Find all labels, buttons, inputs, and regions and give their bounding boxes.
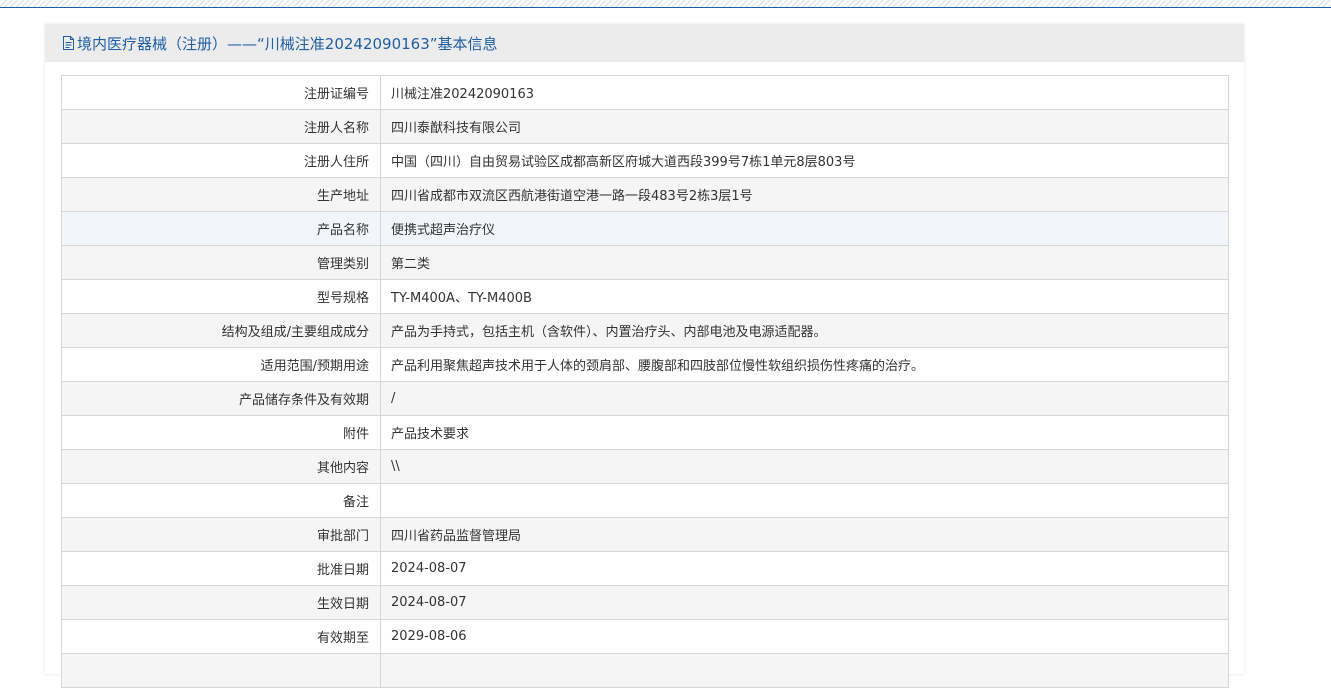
- field-value: 四川泰猷科技有限公司: [380, 109, 1229, 144]
- table-row: 批准日期 2024-08-07: [61, 551, 1229, 586]
- field-label: 审批部门: [61, 517, 381, 552]
- top-accent-line: [0, 7, 1331, 8]
- field-label: 型号规格: [61, 279, 381, 314]
- field-label: 备注: [61, 483, 381, 518]
- field-label: 管理类别: [61, 245, 381, 280]
- field-value: \\: [380, 449, 1229, 484]
- field-label: 注册人住所: [61, 143, 381, 178]
- field-value: 便携式超声治疗仪: [380, 211, 1229, 246]
- field-value: TY-M400A、TY-M400B: [380, 279, 1229, 314]
- field-label: 注册人名称: [61, 109, 381, 144]
- table-row: 型号规格 TY-M400A、TY-M400B: [61, 279, 1229, 314]
- document-icon: [62, 36, 75, 50]
- field-value: [380, 483, 1229, 518]
- field-value: 第二类: [380, 245, 1229, 280]
- field-label: 其他内容: [61, 449, 381, 484]
- field-label: 生产地址: [61, 177, 381, 212]
- table-row: 有效期至 2029-08-06: [61, 619, 1229, 654]
- table-row: 注册证编号 川械注准20242090163: [61, 75, 1229, 110]
- field-label: 有效期至: [61, 619, 381, 654]
- panel-title: 境内医疗器械（注册）——“川械注准20242090163”基本信息: [77, 34, 498, 53]
- panel-header: 境内医疗器械（注册）——“川械注准20242090163”基本信息: [45, 24, 1244, 62]
- table-row: 其他内容 \\: [61, 449, 1229, 484]
- table-row: 审批部门 四川省药品监督管理局: [61, 517, 1229, 552]
- field-value: 四川省成都市双流区西航港街道空港一路一段483号2栋3层1号: [380, 177, 1229, 212]
- field-label: 结构及组成/主要组成成分: [61, 313, 381, 348]
- field-value: 2029-08-06: [380, 619, 1229, 654]
- field-label: 生效日期: [61, 585, 381, 620]
- table-row: 注册人名称 四川泰猷科技有限公司: [61, 109, 1229, 144]
- table-row: 生产地址 四川省成都市双流区西航港街道空港一路一段483号2栋3层1号: [61, 177, 1229, 212]
- field-label: 产品名称: [61, 211, 381, 246]
- field-value: 2024-08-07: [380, 585, 1229, 620]
- table-row: 管理类别 第二类: [61, 245, 1229, 280]
- table-row: 产品名称 便携式超声治疗仪: [61, 211, 1229, 246]
- field-label: 产品储存条件及有效期: [61, 381, 381, 416]
- table-row: 结构及组成/主要组成成分 产品为手持式，包括主机（含软件）、内置治疗头、内部电池及…: [61, 313, 1229, 348]
- field-value: 产品为手持式，包括主机（含软件）、内置治疗头、内部电池及电源适配器。: [380, 313, 1229, 348]
- info-table: 注册证编号 川械注准20242090163 注册人名称 四川泰猷科技有限公司 注册人住所…: [61, 75, 1229, 688]
- table-row: 适用范围/预期用途 产品利用聚焦超声技术用于人体的颈肩部、腰腹部和四肢部位慢性软组…: [61, 347, 1229, 382]
- table-row: 附件 产品技术要求: [61, 415, 1229, 450]
- field-label: 附件: [61, 415, 381, 450]
- field-value: 中国（四川）自由贸易试验区成都高新区府城大道西段399号7栋1单元8层803号: [380, 143, 1229, 178]
- table-row: 备注: [61, 483, 1229, 518]
- field-value: 产品利用聚焦超声技术用于人体的颈肩部、腰腹部和四肢部位慢性软组织损伤性疼痛的治疗…: [380, 347, 1229, 382]
- field-value: 2024-08-07: [380, 551, 1229, 586]
- field-value: 四川省药品监督管理局: [380, 517, 1229, 552]
- info-panel: 境内医疗器械（注册）——“川械注准20242090163”基本信息 注册证编号川…: [45, 24, 1244, 688]
- table-row: 产品储存条件及有效期 /: [61, 381, 1229, 416]
- field-label: 批准日期: [61, 551, 381, 586]
- table-row: 生效日期 2024-08-07: [61, 585, 1229, 620]
- field-value: 产品技术要求: [380, 415, 1229, 450]
- field-value: 川械注准20242090163: [380, 75, 1229, 110]
- field-label: 注册证编号: [61, 75, 381, 110]
- field-label: 适用范围/预期用途: [61, 347, 381, 382]
- table-row: 注册人住所 中国（四川）自由贸易试验区成都高新区府城大道西段399号7栋1单元8层…: [61, 143, 1229, 178]
- field-value: /: [380, 381, 1229, 416]
